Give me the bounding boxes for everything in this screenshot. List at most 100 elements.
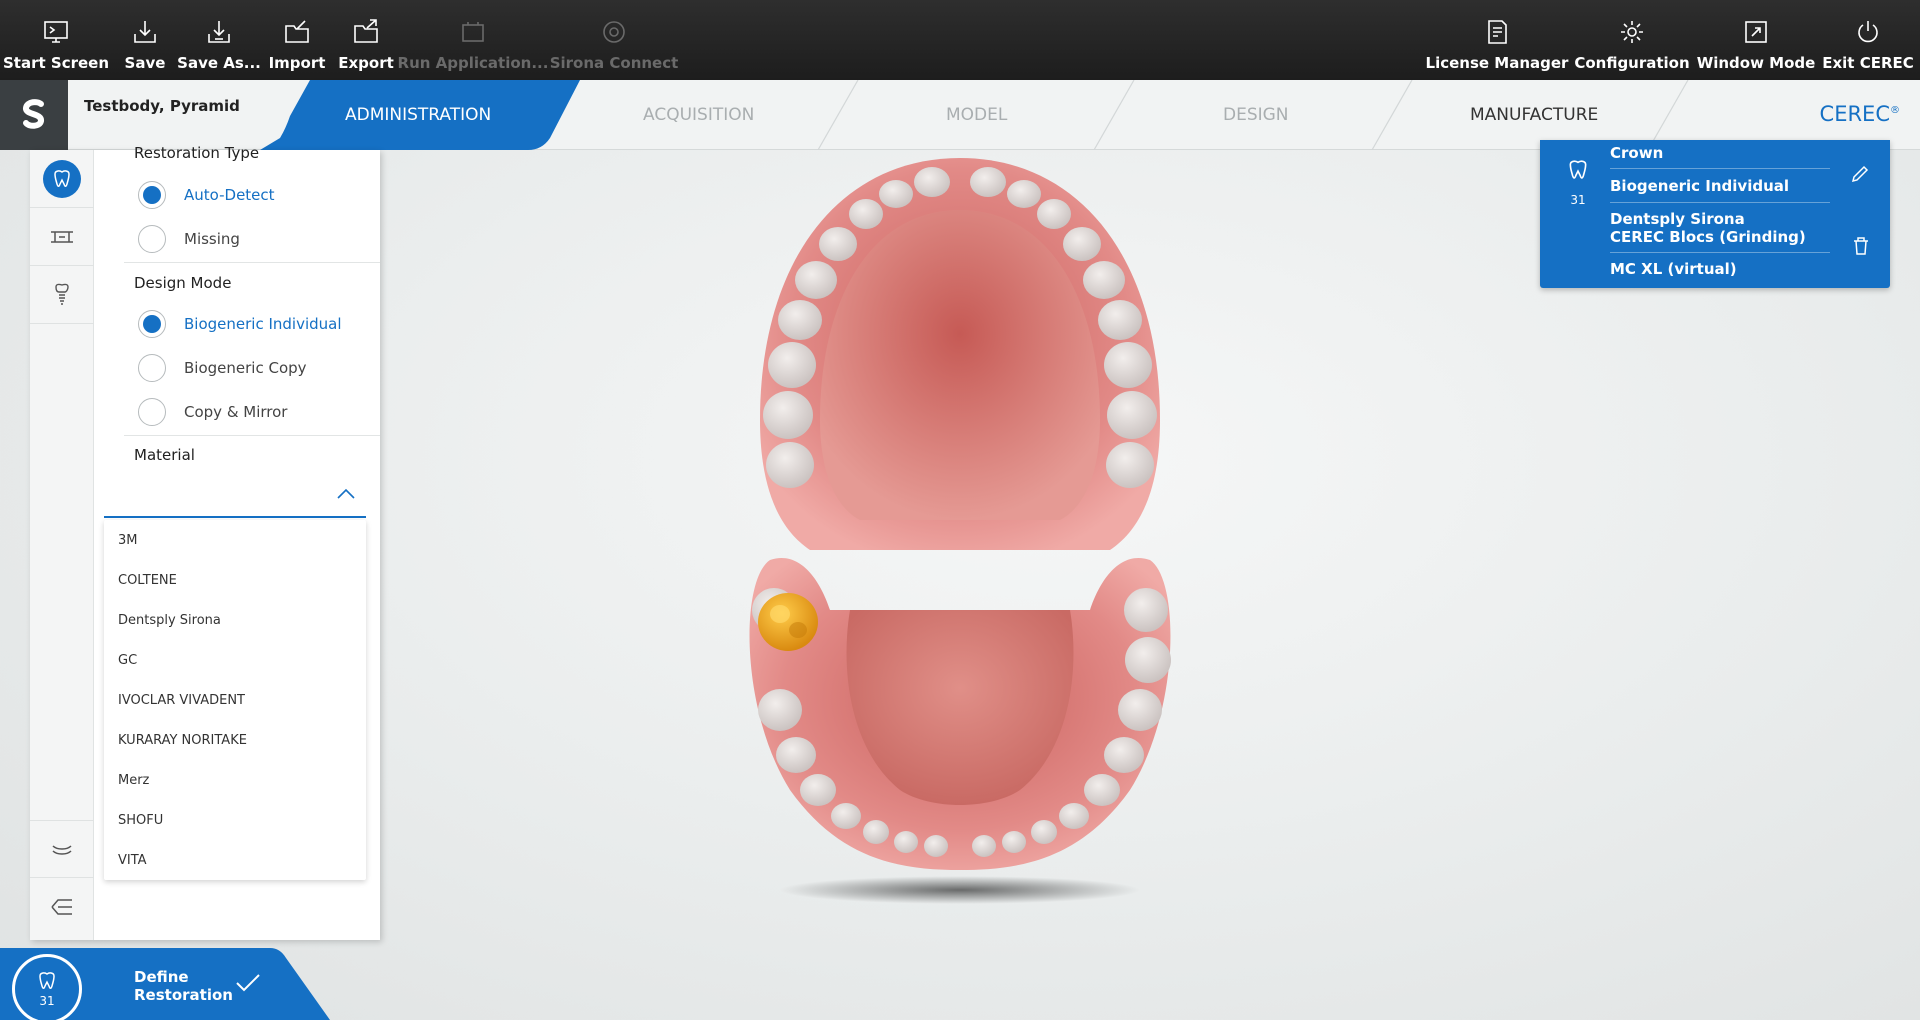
tooth-icon [1569,160,1587,179]
power-icon [1858,21,1878,43]
radio-label: Missing [184,230,240,248]
rail-bridge-tab[interactable] [30,208,94,266]
panel-icon-rail [30,150,94,940]
import-icon [285,20,309,43]
license-manager-button[interactable]: License Manager [1426,0,1568,80]
rail-implant-tab[interactable] [30,266,94,324]
edit-restoration-button[interactable] [1850,164,1870,188]
window-mode-label: Window Mode [1696,54,1816,72]
implant-icon [55,283,69,305]
radio-biogeneric-copy[interactable]: Biogeneric Copy [138,354,307,382]
restoration-panel: Restoration Type Auto-Detect Missing Des… [30,144,380,940]
radio-auto-detect[interactable]: Auto-Detect [138,181,275,209]
tree-list-icon [51,899,72,915]
sirona-logo [0,80,68,150]
define-restoration-stage[interactable]: 31 Define Restoration [0,940,340,1020]
exit-cerec-button[interactable]: Exit CEREC [1822,0,1914,80]
card-material-line-1: Dentsply Sirona [1610,210,1745,228]
step-administration[interactable]: ADMINISTRATION [260,80,580,150]
radio-button[interactable] [138,181,166,209]
radio-copy-mirror[interactable]: Copy & Mirror [138,398,287,426]
rail-tree-tab[interactable] [30,878,94,936]
save-label: Save [124,54,166,72]
step-separator [1093,80,1135,150]
selected-tooth-31[interactable] [758,593,818,651]
card-material-line-2: CEREC Blocs (Grinding) [1610,228,1806,246]
export-button[interactable]: Export [338,0,394,80]
tooth-icon [43,159,81,198]
radio-biogeneric-individual[interactable]: Biogeneric Individual [138,310,342,338]
material-option[interactable]: SHOFU [104,800,366,840]
material-option[interactable]: GC [104,640,366,680]
cerec-brand: CEREC® [1820,102,1900,126]
section-divider [124,435,380,436]
save-as-label: Save As... [177,54,261,72]
material-option[interactable]: KURARAY NORITAKE [104,720,366,760]
exit-cerec-label: Exit CEREC [1822,54,1914,72]
rail-jaw-tab[interactable] [30,820,94,878]
material-option[interactable]: Dentsply Sirona [104,600,366,640]
main-toolbar: Start Screen Save Save As... Import Expo… [0,0,1920,80]
step-manufacture[interactable]: MANUFACTURE [1470,105,1598,125]
radio-label: Biogeneric Individual [184,315,342,333]
start-screen-icon [44,21,68,43]
restoration-type-title: Restoration Type [134,144,260,162]
radio-button[interactable] [138,310,166,338]
jaw-icon [52,845,72,855]
step-model[interactable]: MODEL [946,105,1007,125]
run-application-label: Run Application... [397,54,549,72]
rail-restoration-tab[interactable] [30,150,94,208]
sirona-logo-icon [23,99,44,129]
export-label: Export [338,54,394,72]
radio-missing[interactable]: Missing [138,225,240,253]
material-select[interactable] [104,478,366,518]
configuration-label: Configuration [1574,54,1690,72]
gear-icon [1621,21,1643,43]
window-mode-button[interactable]: Window Mode [1697,0,1815,80]
import-button[interactable]: Import [268,0,326,80]
cerec-brand-text: CEREC [1819,102,1890,126]
tooth-icon [39,972,55,989]
license-manager-label: License Manager [1425,54,1569,72]
card-type: Crown [1610,144,1664,162]
3d-model-viewport[interactable] [700,150,1220,930]
sirona-connect-icon [603,21,625,43]
delete-restoration-button[interactable] [1852,236,1870,260]
step-administration-label: ADMINISTRATION [345,105,492,125]
run-application-button[interactable]: Run Application... [398,0,548,80]
material-option[interactable]: 3M [104,520,366,560]
license-manager-icon [1488,20,1507,44]
restoration-card[interactable]: 31 Crown Biogeneric Individual Dentsply … [1540,140,1890,288]
sirona-connect-button[interactable]: Sirona Connect [550,0,678,80]
material-option[interactable]: COLTENE [104,560,366,600]
configuration-button[interactable]: Configuration [1574,0,1690,80]
card-machine: MC XL (virtual) [1610,260,1737,278]
save-button[interactable]: Save [120,0,170,80]
card-divider [1610,202,1830,203]
save-as-icon [208,21,230,43]
radio-label: Auto-Detect [184,186,275,204]
section-divider [124,262,380,263]
save-as-button[interactable]: Save As... [177,0,261,80]
material-option[interactable]: Merz [104,760,366,800]
radio-button[interactable] [138,225,166,253]
card-divider [1610,168,1830,169]
design-mode-title: Design Mode [134,274,232,292]
material-option[interactable]: VITA [104,840,366,880]
window-mode-icon [1745,21,1767,43]
material-dropdown-list: 3M COLTENE Dentsply Sirona GC IVOCLAR VI… [104,520,366,880]
sirona-connect-label: Sirona Connect [549,54,679,72]
stage-line-2: Restoration [134,986,233,1004]
start-screen-button[interactable]: Start Screen [3,0,109,80]
card-tooth-badge: 31 [1560,158,1596,207]
step-acquisition[interactable]: ACQUISITION [643,105,754,125]
pencil-icon [1851,165,1869,183]
radio-button[interactable] [138,354,166,382]
material-option[interactable]: IVOCLAR VIVADENT [104,680,366,720]
card-design: Biogeneric Individual [1610,177,1790,195]
stage-line-1: Define [134,968,189,986]
step-design[interactable]: DESIGN [1223,105,1289,125]
save-icon [134,21,156,43]
radio-button[interactable] [138,398,166,426]
dental-arch-model [749,158,1171,904]
